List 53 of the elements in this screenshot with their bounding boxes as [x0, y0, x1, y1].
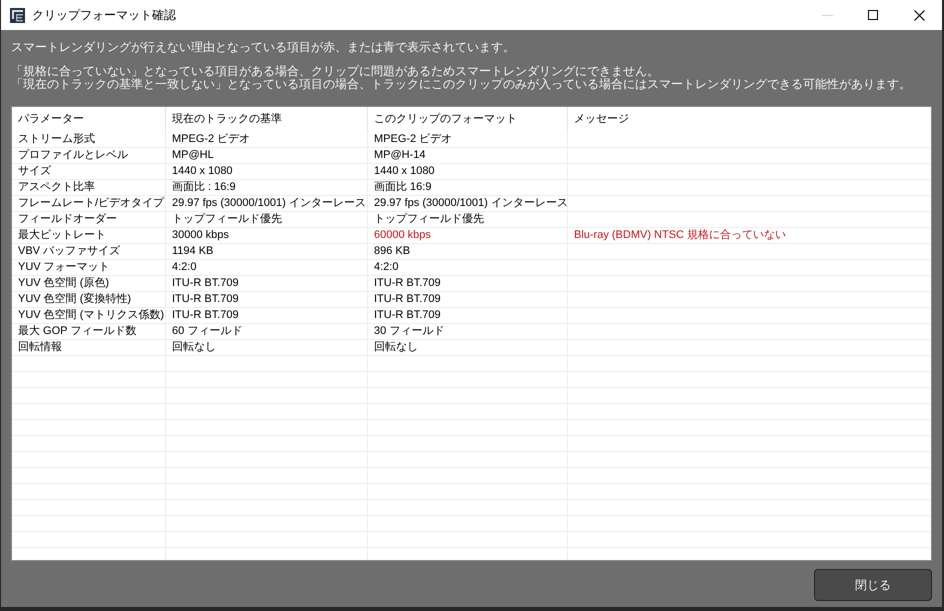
table-cell: ITU-R BT.709	[165, 292, 367, 307]
table-cell: 画面比 16:9	[367, 180, 567, 195]
table-cell-text: フレームレート/ビデオタイプ	[17, 196, 165, 211]
table-cell: 4:2:0	[367, 260, 567, 275]
column-header[interactable]: このクリップのフォーマット	[367, 107, 567, 132]
table-cell: 29.97 fps (30000/1001) インターレース	[367, 196, 567, 211]
table-cell-text: 最大 GOP フィールド数	[17, 324, 138, 339]
table-cell: 29.97 fps (30000/1001) インターレース	[165, 196, 367, 211]
table-cell-text: 回転情報	[17, 340, 63, 355]
table-cell: 回転なし	[165, 340, 367, 355]
table-cell: 回転なし	[367, 340, 567, 355]
note-text: 「規格に合っていない」となっている項目がある場合、クリップに問題があるためスマートレンダリングにできません。	[11, 65, 659, 78]
table-cell: ITU-R BT.709	[367, 308, 567, 323]
table-cell-text: YUV 色空間 (原色)	[17, 276, 110, 291]
table-cell-text: ストリーム形式	[17, 132, 96, 147]
table-cell: ITU-R BT.709	[367, 292, 567, 307]
window-title: クリップフォーマット確認	[32, 7, 176, 24]
table-cell-text: アスペクト比率	[17, 180, 96, 195]
column-header[interactable]: メッセージ	[567, 107, 931, 132]
note-text: スマートレンダリングが行えない理由となっている項目が赤、または青で表示されています。	[11, 41, 515, 54]
table-cell-text: YUV 色空間 (マトリクス係数)	[17, 308, 165, 323]
table-cell: 1440 x 1080	[367, 164, 567, 179]
table-cell: 画面比 : 16:9	[165, 180, 367, 195]
table-cell: 60000 kbps	[367, 228, 567, 243]
table-cell: 4:2:0	[165, 260, 367, 275]
table-cell: MPEG-2 ビデオ	[165, 132, 367, 147]
table-cell: 60 フィールド	[165, 324, 367, 339]
table-cell-text: YUV フォーマット	[17, 260, 111, 275]
table-cell: ITU-R BT.709	[367, 276, 567, 291]
table-cell: 896 KB	[367, 244, 567, 259]
table-cell-text: フィールドオーダー	[17, 212, 118, 227]
table-cell: MP@H-14	[367, 148, 567, 163]
note-text: 「現在のトラックの基準と一致しない」となっている項目の場合、トラックにこのクリップのみが入っている場合にはスマートレンダリングできる可能性があります。	[11, 78, 911, 91]
table-cell-text: VBV バッファサイズ	[17, 244, 122, 259]
table-cell-text: プロファイルとレベル	[17, 148, 129, 163]
table-cell: 1194 KB	[165, 244, 367, 259]
table-cell-text: サイズ	[17, 164, 52, 179]
table-cell: MP@HL	[165, 148, 367, 163]
table-cell: ITU-R BT.709	[165, 276, 367, 291]
column-header[interactable]: 現在のトラックの基準	[165, 107, 367, 132]
app-icon	[10, 8, 25, 22]
table-cell: 30000 kbps	[165, 228, 367, 243]
table-cell: トップフィールド優先	[165, 212, 367, 227]
table-cell: 30 フィールド	[367, 324, 567, 339]
table-cell: 1440 x 1080	[165, 164, 367, 179]
table-cell: トップフィールド優先	[367, 212, 567, 227]
table-cell: Blu-ray (BDMV) NTSC 規格に合っていない	[567, 228, 931, 243]
table-cell: MPEG-2 ビデオ	[367, 132, 567, 147]
column-header[interactable]: パラメーター	[12, 107, 165, 132]
table-cell: ITU-R BT.709	[165, 308, 367, 323]
table-cell-text: 最大ビットレート	[17, 228, 107, 243]
close-button[interactable]: 閉じる	[814, 569, 932, 601]
table-cell-text: YUV 色空間 (変換特性)	[17, 292, 132, 307]
